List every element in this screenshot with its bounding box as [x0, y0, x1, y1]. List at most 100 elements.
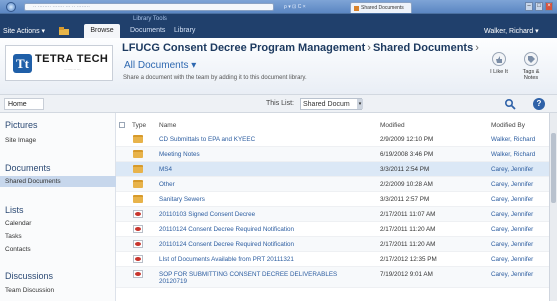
- ribbon-context-label: Library Tools: [133, 16, 167, 22]
- address-bar[interactable]: ·· ········ ······· ··· ·· ········: [24, 3, 274, 11]
- tab-documents[interactable]: Documents: [130, 27, 165, 34]
- folder-icon: [133, 195, 143, 203]
- modified-by-link[interactable]: Walker, Richard: [491, 136, 535, 143]
- table-row[interactable]: Meeting Notes 6/19/2008 3:46 PM Walker, Ri…: [116, 147, 557, 162]
- back-icon[interactable]: [6, 2, 16, 12]
- nav-item-calendar[interactable]: Calendar: [5, 220, 31, 227]
- search-scope-select[interactable]: Shared Docum: [300, 98, 362, 110]
- folder-icon: [133, 150, 143, 158]
- select-all-checkbox[interactable]: [119, 122, 125, 128]
- modified-by-link[interactable]: Carey, Jennifer: [491, 271, 533, 278]
- modified-date: 2/9/2009 12:10 PM: [380, 136, 434, 143]
- quick-launch: Pictures Site Image Documents Shared Doc…: [0, 113, 116, 301]
- table-row[interactable]: MS4 3/3/2011 2:54 PM Carey, Jennifer: [116, 162, 557, 177]
- i-like-it-button[interactable]: I Like It: [486, 52, 512, 75]
- navigate-up-icon[interactable]: [58, 26, 70, 36]
- modified-date: 3/3/2011 2:54 PM: [380, 166, 430, 173]
- modified-by-link[interactable]: Walker, Richard: [491, 151, 535, 158]
- address-controls[interactable]: ρ ▾ ⊡ C ×: [284, 3, 344, 11]
- scrollbar-thumb[interactable]: [551, 133, 556, 203]
- modified-date: 7/19/2012 9:01 AM: [380, 271, 433, 278]
- table-row[interactable]: 20110103 Signed Consent Decree 2/17/2011 …: [116, 207, 557, 222]
- breadcrumb-site[interactable]: LFUCG Consent Decree Program Management: [122, 42, 365, 54]
- pdf-icon: [133, 270, 143, 278]
- modified-by-link[interactable]: Carey, Jennifer: [491, 256, 533, 263]
- document-name-link[interactable]: Meeting Notes: [159, 151, 200, 158]
- modified-date: 2/17/2011 11:20 AM: [380, 226, 436, 233]
- modified-date: 6/19/2008 3:46 PM: [380, 151, 434, 158]
- modified-date: 2/17/2012 12:35 PM: [380, 256, 437, 263]
- column-name[interactable]: Name: [159, 122, 176, 129]
- column-modified[interactable]: Modified: [380, 122, 405, 129]
- document-name-link[interactable]: Other: [159, 181, 175, 188]
- document-library: Type Name Modified Modified By CD Submit…: [116, 113, 557, 301]
- user-menu[interactable]: Walker, Richard ▾: [484, 27, 539, 35]
- folder-icon: [133, 135, 143, 143]
- tags-notes-label: Tags & Notes: [522, 69, 540, 81]
- document-name-link[interactable]: 20110124 Consent Decree Required Notific…: [159, 241, 294, 248]
- modified-date: 3/3/2011 2:57 PM: [380, 196, 430, 203]
- top-link-bar: Home This List: Shared Docum ▾ ?: [0, 94, 557, 113]
- column-type[interactable]: Type: [132, 122, 146, 129]
- nav-item-site-image[interactable]: Site Image: [5, 137, 36, 144]
- modified-by-link[interactable]: Carey, Jennifer: [491, 211, 533, 218]
- close-icon[interactable]: ×: [545, 2, 553, 11]
- nav-heading-pictures[interactable]: Pictures: [5, 120, 38, 130]
- table-row[interactable]: 20110124 Consent Decree Required Notific…: [116, 222, 557, 237]
- breadcrumb-library[interactable]: Shared Documents: [373, 42, 473, 54]
- modified-by-link[interactable]: Carey, Jennifer: [491, 241, 533, 248]
- document-name-link[interactable]: MS4: [159, 166, 172, 173]
- nav-item-contacts[interactable]: Contacts: [5, 246, 31, 253]
- nav-item-shared-documents[interactable]: Shared Documents: [5, 178, 61, 185]
- table-row[interactable]: CD Submittals to EPA and KYEEC 2/9/2009 1…: [116, 132, 557, 147]
- table-row[interactable]: LIst of Documents Available from PRT 201…: [116, 252, 557, 267]
- modified-by-link[interactable]: Carey, Jennifer: [491, 166, 533, 173]
- modified-by-link[interactable]: Carey, Jennifer: [491, 196, 533, 203]
- breadcrumb-separator: ›: [475, 42, 479, 54]
- ribbon: Library Tools Site Actions ▾ Browse Docu…: [0, 14, 557, 38]
- i-like-it-label: I Like It: [490, 69, 508, 75]
- tab-browse[interactable]: Browse: [84, 24, 120, 38]
- chevron-down-icon[interactable]: ▾: [357, 99, 363, 109]
- modified-date: 2/17/2011 11:07 AM: [380, 211, 436, 218]
- column-modified-by[interactable]: Modified By: [491, 122, 525, 129]
- document-name-link[interactable]: CD Submittals to EPA and KYEEC: [159, 136, 255, 143]
- window-controls: – □ ×: [525, 2, 553, 11]
- pdf-icon: [133, 210, 143, 218]
- tab-library[interactable]: Library: [174, 27, 195, 34]
- pdf-icon: [133, 255, 143, 263]
- modified-by-link[interactable]: Carey, Jennifer: [491, 226, 533, 233]
- pdf-icon: [133, 225, 143, 233]
- table-row[interactable]: SOP FOR SUBMITTING CONSENT DECREE DELIVE…: [116, 267, 557, 288]
- site-actions-menu[interactable]: Site Actions ▾: [3, 27, 45, 35]
- nav-heading-discussions[interactable]: Discussions: [5, 271, 53, 281]
- nav-heading-documents[interactable]: Documents: [5, 163, 51, 173]
- table-row[interactable]: 20110124 Consent Decree Required Notific…: [116, 237, 557, 252]
- nav-item-team-discussion[interactable]: Team Discussion: [5, 287, 54, 294]
- help-icon[interactable]: ?: [533, 98, 545, 110]
- search-icon[interactable]: [504, 98, 516, 110]
- modified-by-link[interactable]: Carey, Jennifer: [491, 181, 533, 188]
- browser-tab[interactable]: Shared Documents: [350, 2, 412, 13]
- document-name-link[interactable]: Sanitary Sewers: [159, 196, 205, 203]
- minimize-icon[interactable]: –: [525, 2, 533, 11]
- table-row[interactable]: Other 2/2/2009 10:28 AM Carey, Jennifer: [116, 177, 557, 192]
- document-name-link[interactable]: 20110124 Consent Decree Required Notific…: [159, 226, 294, 233]
- home-link[interactable]: Home: [4, 98, 44, 110]
- modified-date: 2/17/2011 11:20 AM: [380, 241, 436, 248]
- site-logo[interactable]: Tt TETRA TECH ·········· ···: [5, 45, 113, 81]
- tags-notes-button[interactable]: Tags & Notes: [518, 52, 544, 81]
- document-name-link-continued[interactable]: 20120719: [159, 278, 187, 285]
- document-name-link[interactable]: 20110103 Signed Consent Decree: [159, 211, 255, 218]
- nav-heading-lists[interactable]: Lists: [5, 205, 24, 215]
- document-name-link[interactable]: LIst of Documents Available from PRT 201…: [159, 256, 294, 263]
- folder-icon: [133, 180, 143, 188]
- document-name-link[interactable]: SOP FOR SUBMITTING CONSENT DECREE DELIVE…: [159, 271, 337, 278]
- browser-chrome: ·· ········ ······· ··· ·· ········ ρ ▾ …: [0, 0, 557, 14]
- view-selector[interactable]: All Documents ▾: [124, 60, 196, 71]
- vertical-scrollbar[interactable]: [549, 113, 557, 301]
- thumbs-up-icon: [492, 52, 506, 66]
- maximize-icon[interactable]: □: [535, 2, 543, 11]
- nav-item-tasks[interactable]: Tasks: [5, 233, 22, 240]
- table-row[interactable]: Sanitary Sewers 3/3/2011 2:57 PM Carey, Je…: [116, 192, 557, 207]
